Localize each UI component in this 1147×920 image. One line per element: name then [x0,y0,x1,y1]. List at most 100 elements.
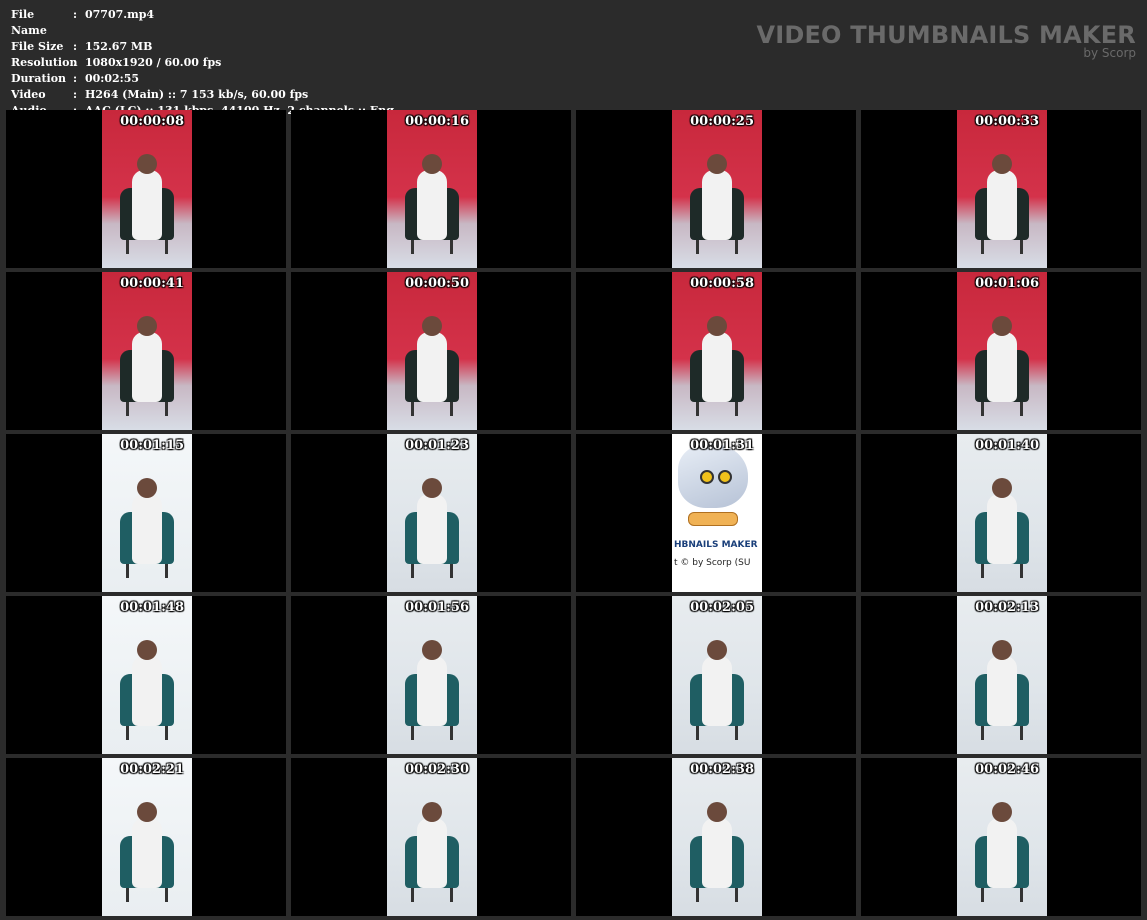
owl-eye-icon [700,470,714,484]
head-shape [422,802,442,822]
info-separator: : [73,40,78,53]
head-shape [422,154,442,174]
timestamp-label: 00:02:46 [975,762,1039,777]
timestamp-label: 00:01:06 [975,276,1039,291]
head-shape [992,316,1012,336]
thumbnail-cell[interactable]: 00:00:16 [291,110,571,268]
thumbnail-frame: 00:02:38 [672,758,762,916]
head-shape [992,802,1012,822]
thumbnail-frame: 00:00:33 [957,110,1047,268]
head-shape [707,640,727,660]
thumbnail-frame: 00:01:56 [387,596,477,754]
thumbnail-cell[interactable]: 00:00:58 [576,272,856,430]
head-shape [707,154,727,174]
timestamp-label: 00:00:08 [120,114,184,129]
person-shape [987,818,1017,888]
person-shape [132,494,162,564]
timestamp-label: 00:02:30 [405,762,469,777]
info-separator: : [73,72,78,85]
thumbnail-cell[interactable]: 00:02:46 [861,758,1141,916]
thumbnail-frame: 00:00:58 [672,272,762,430]
head-shape [707,316,727,336]
thumbnail-grid: 00:00:08 00:00:16 00:00:25 00:00:33 00:00:41… [6,110,1142,916]
person-shape [132,818,162,888]
thumbnail-frame: 00:02:05 [672,596,762,754]
timestamp-label: 00:02:38 [690,762,754,777]
person-shape [417,494,447,564]
person-shape [702,656,732,726]
info-separator: : [73,88,78,101]
person-shape [417,818,447,888]
thumbnail-frame: 00:00:16 [387,110,477,268]
timestamp-label: 00:00:33 [975,114,1039,129]
timestamp-label: 00:00:58 [690,276,754,291]
copyright-text: t © by Scorp (SU [674,558,751,568]
thumbnail-cell[interactable]: 00:01:40 [861,434,1141,592]
thumbnail-cell[interactable]: 00:01:06 [861,272,1141,430]
thumbnail-cell[interactable]: 00:00:08 [6,110,286,268]
info-separator: : [73,56,78,69]
head-shape [707,802,727,822]
person-shape [417,332,447,402]
thumbnail-frame: 00:02:30 [387,758,477,916]
head-shape [137,640,157,660]
head-shape [992,154,1012,174]
thumbnail-cell[interactable]: 00:02:13 [861,596,1141,754]
thumbnail-frame: 00:00:50 [387,272,477,430]
owl-logo-icon [678,444,748,508]
thumbnail-cell[interactable]: 00:02:21 [6,758,286,916]
thumbnail-cell[interactable]: 00:00:25 [576,110,856,268]
info-key: File Size [11,40,64,53]
thumbnail-frame: 00:00:25 [672,110,762,268]
person-shape [702,332,732,402]
brand-watermark: VIDEO THUMBNAILS MAKER by Scorp [756,21,1136,59]
info-row-file-size: File Size : 152.67 MB [11,39,394,55]
head-shape [422,640,442,660]
timestamp-label: 00:00:16 [405,114,469,129]
thumbnail-frame: 00:02:21 [102,758,192,916]
timestamp-label: 00:02:05 [690,600,754,615]
info-value: 07707.mp4 [85,8,155,21]
person-shape [132,656,162,726]
person-shape [987,494,1017,564]
thumbnail-cell[interactable]: 00:00:33 [861,110,1141,268]
info-key: Duration [11,72,67,85]
head-shape [137,316,157,336]
info-row-resolution: Resolution : 1080x1920 / 60.00 fps [11,55,394,71]
thumbnail-cell[interactable]: 00:02:38 [576,758,856,916]
info-separator: : [73,8,78,21]
timestamp-label: 00:00:41 [120,276,184,291]
info-value: 00:02:55 [85,72,140,85]
person-shape [417,656,447,726]
info-row-video: Video : H264 (Main) :: 7 153 kb/s, 60.00… [11,87,394,103]
thumbnail-frame: 00:00:41 [102,272,192,430]
info-key: Resolution [11,56,78,69]
thumbnail-cell[interactable]: 00:00:50 [291,272,571,430]
head-shape [992,478,1012,498]
thumbnail-frame: 00:01:06 [957,272,1047,430]
thumbnail-cell[interactable]: 00:01:15 [6,434,286,592]
thumbnail-cell[interactable]: 00:01:48 [6,596,286,754]
thumbnail-cell[interactable]: 00:01:23 [291,434,571,592]
thumbnail-cell[interactable]: 00:00:41 [6,272,286,430]
head-shape [992,640,1012,660]
head-shape [137,802,157,822]
thumbnail-frame: 00:02:46 [957,758,1047,916]
info-value: 152.67 MB [85,40,153,53]
thumbnail-cell[interactable]: 00:01:56 [291,596,571,754]
timestamp-label: 00:01:48 [120,600,184,615]
thumbnail-cell[interactable]: 00:02:05 [576,596,856,754]
thumbnail-cell[interactable]: 00:02:30 [291,758,571,916]
timestamp-label: 00:00:50 [405,276,469,291]
thumbnail-cell[interactable]: HBNAILS MAKER t © by Scorp (SU 00:01:31 [576,434,856,592]
timestamp-label: 00:01:56 [405,600,469,615]
thumbnail-frame: 00:02:13 [957,596,1047,754]
person-shape [702,818,732,888]
head-shape [422,478,442,498]
timestamp-label: 00:00:25 [690,114,754,129]
scroll-icon [688,512,738,526]
person-shape [417,170,447,240]
person-shape [132,332,162,402]
file-info: File Name : 07707.mp4 File Size : 152.67… [11,7,394,119]
head-shape [422,316,442,336]
